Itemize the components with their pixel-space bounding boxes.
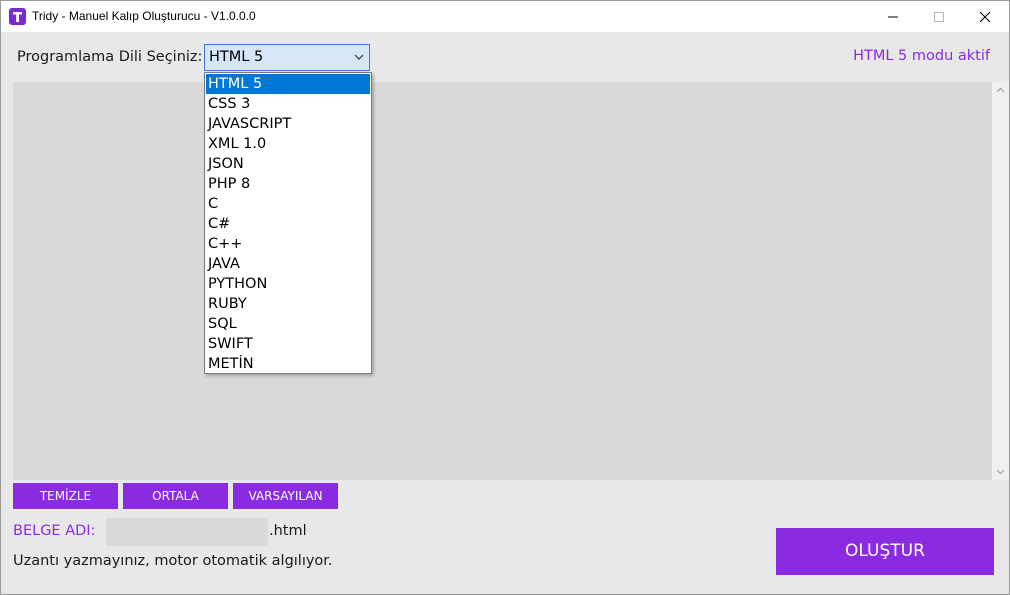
dropdown-option[interactable]: JAVASCRIPT — [206, 114, 370, 134]
dropdown-option[interactable]: JSON — [206, 154, 370, 174]
minimize-icon — [888, 16, 898, 18]
mode-status: HTML 5 modu aktif — [853, 48, 990, 64]
default-button[interactable]: VARSAYILAN — [233, 483, 338, 509]
dropdown-option[interactable]: C# — [206, 214, 370, 234]
minimize-button[interactable] — [870, 1, 916, 32]
title-bar: Tridy - Manuel Kalıp Oluşturucu - V1.0.0… — [1, 1, 1009, 32]
dropdown-option[interactable]: SWIFT — [206, 334, 370, 354]
chevron-down-icon — [354, 54, 364, 60]
doc-name-input[interactable] — [106, 518, 268, 546]
scroll-up-icon[interactable] — [996, 87, 1005, 93]
hint-text: Uzantı yazmayınız, motor otomatik algılı… — [13, 553, 333, 569]
dropdown-option[interactable]: RUBY — [206, 294, 370, 314]
dropdown-option[interactable]: XML 1.0 — [206, 134, 370, 154]
dropdown-option[interactable]: METİN — [206, 354, 370, 374]
dropdown-option[interactable]: PYTHON — [206, 274, 370, 294]
code-editor[interactable] — [13, 82, 992, 480]
window-title: Tridy - Manuel Kalıp Oluşturucu - V1.0.0… — [32, 9, 256, 23]
maximize-icon — [934, 12, 944, 22]
clear-button[interactable]: TEMİZLE — [13, 483, 118, 509]
dropdown-option[interactable]: C++ — [206, 234, 370, 254]
scroll-down-icon[interactable] — [996, 469, 1005, 475]
language-select-value: HTML 5 — [209, 49, 264, 65]
dropdown-option[interactable]: JAVA — [206, 254, 370, 274]
center-button[interactable]: ORTALA — [123, 483, 228, 509]
close-button[interactable] — [962, 1, 1008, 32]
language-dropdown-list[interactable]: HTML 5 CSS 3 JAVASCRIPT XML 1.0 JSON PHP 8 C C#… — [204, 72, 372, 374]
dropdown-option[interactable]: PHP 8 — [206, 174, 370, 194]
extension-label: .html — [269, 523, 307, 539]
create-button[interactable]: OLUŞTUR — [776, 528, 994, 575]
app-logo-t-icon — [9, 8, 26, 25]
dropdown-option[interactable]: SQL — [206, 314, 370, 334]
doc-name-label: BELGE ADI: — [13, 523, 96, 539]
close-icon — [979, 11, 991, 23]
editor-scrollbar[interactable] — [992, 82, 1009, 480]
dropdown-option[interactable]: CSS 3 — [206, 94, 370, 114]
language-select[interactable]: HTML 5 — [204, 44, 370, 71]
maximize-button[interactable] — [916, 1, 962, 32]
dropdown-option[interactable]: C — [206, 194, 370, 214]
dropdown-option[interactable]: HTML 5 — [206, 74, 370, 94]
language-label: Programlama Dili Seçiniz: — [17, 49, 203, 65]
app-window: Tridy - Manuel Kalıp Oluşturucu - V1.0.0… — [0, 0, 1010, 595]
